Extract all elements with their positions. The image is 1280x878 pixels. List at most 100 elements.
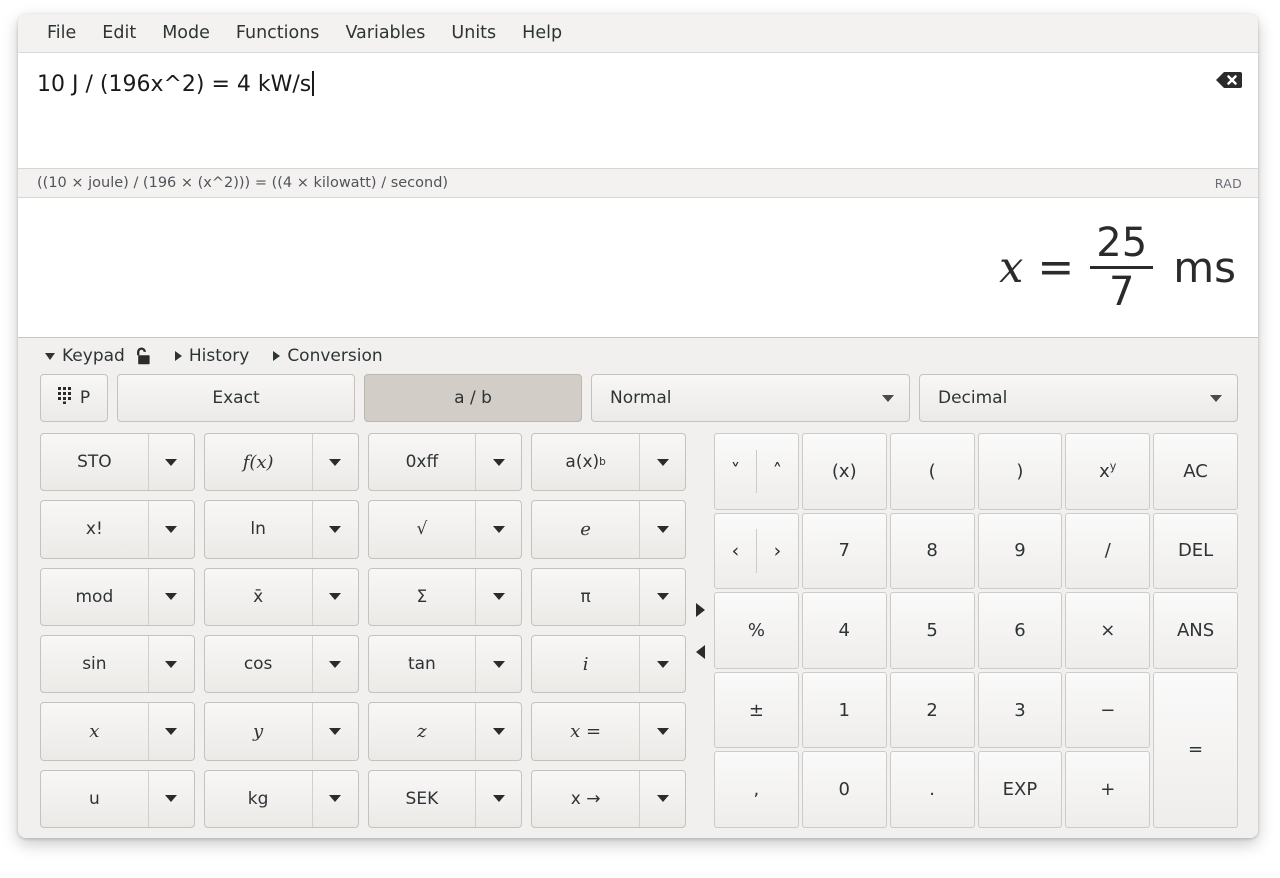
function-key-var-y[interactable]: y xyxy=(203,702,359,761)
left-triangle-icon[interactable] xyxy=(695,644,705,659)
key-minus[interactable]: − xyxy=(1065,671,1151,749)
key-plus[interactable]: + xyxy=(1065,751,1151,828)
function-key-assign-x[interactable]: x = xyxy=(531,702,686,761)
expression-entry[interactable]: 10 J / (196x^2) = 4 kW/s xyxy=(18,53,1258,169)
key-percent[interactable]: % xyxy=(714,592,799,669)
nav-down-icon[interactable]: ˅ xyxy=(715,434,756,509)
function-key-dropdown[interactable] xyxy=(149,771,194,827)
menu-item-units[interactable]: Units xyxy=(438,20,509,46)
fraction-mode-button[interactable]: a / b xyxy=(364,374,582,422)
unlocked-padlock-icon[interactable] xyxy=(134,346,151,366)
key-3[interactable]: 3 xyxy=(977,671,1063,749)
key-paren-close[interactable]: ) xyxy=(977,433,1063,510)
key-paren-pair[interactable]: (x) xyxy=(801,433,887,510)
key-answer[interactable]: ANS xyxy=(1153,592,1238,669)
key-plus-minus[interactable]: ± xyxy=(714,671,799,749)
function-key-sto[interactable]: STO xyxy=(40,433,195,492)
function-key-dropdown[interactable] xyxy=(149,703,194,759)
function-key-sqrt[interactable]: √ xyxy=(367,500,523,559)
key-comma[interactable]: , xyxy=(714,751,799,828)
function-key-ln[interactable]: ln xyxy=(203,500,359,559)
menu-item-edit[interactable]: Edit xyxy=(89,20,149,46)
function-key-dropdown[interactable] xyxy=(640,636,685,692)
function-key-axb[interactable]: a(x) b xyxy=(531,433,686,492)
function-key-dropdown[interactable] xyxy=(313,703,358,759)
key-all-clear[interactable]: AC xyxy=(1153,433,1238,510)
function-key-dropdown[interactable] xyxy=(149,569,194,625)
function-key-dropdown[interactable] xyxy=(313,771,358,827)
key-paren-open[interactable]: ( xyxy=(889,433,975,510)
nav-left-icon[interactable]: ‹ xyxy=(715,514,756,589)
nav-right-icon[interactable]: › xyxy=(757,514,798,589)
function-key-dropdown[interactable] xyxy=(476,771,521,827)
function-key-dropdown[interactable] xyxy=(640,434,685,490)
function-key-factorial[interactable]: x! xyxy=(40,500,195,559)
function-key-dropdown[interactable] xyxy=(640,569,685,625)
panel-tab-conversion[interactable]: Conversion xyxy=(273,346,383,366)
function-key-dropdown[interactable] xyxy=(476,569,521,625)
menu-item-functions[interactable]: Functions xyxy=(223,20,333,46)
menu-item-variables[interactable]: Variables xyxy=(332,20,438,46)
function-key-dropdown[interactable] xyxy=(640,703,685,759)
key-exponent[interactable]: EXP xyxy=(977,751,1063,828)
exact-mode-button[interactable]: Exact xyxy=(117,374,355,422)
function-key-unit-kg[interactable]: kg xyxy=(203,769,359,828)
function-key-dropdown[interactable] xyxy=(149,636,194,692)
key-delete[interactable]: DEL xyxy=(1153,512,1238,590)
function-key-dropdown[interactable] xyxy=(149,501,194,557)
key-1[interactable]: 1 xyxy=(801,671,887,749)
menu-item-mode[interactable]: Mode xyxy=(149,20,223,46)
key-2[interactable]: 2 xyxy=(889,671,975,749)
function-key-cos[interactable]: cos xyxy=(203,634,359,694)
right-triangle-icon[interactable] xyxy=(695,602,705,617)
key-8[interactable]: 8 xyxy=(889,512,975,590)
key-0[interactable]: 0 xyxy=(801,751,887,828)
backspace-clear-icon[interactable] xyxy=(1214,67,1244,93)
menu-item-help[interactable]: Help xyxy=(509,20,575,46)
panel-tab-history[interactable]: History xyxy=(174,346,249,366)
menu-item-file[interactable]: File xyxy=(34,20,89,46)
function-key-dropdown[interactable] xyxy=(476,501,521,557)
key-5[interactable]: 5 xyxy=(889,592,975,669)
function-key-dropdown[interactable] xyxy=(476,636,521,692)
key-equals[interactable]: = xyxy=(1153,671,1238,828)
key-4[interactable]: 4 xyxy=(801,592,887,669)
key-multiply[interactable]: × xyxy=(1065,592,1151,669)
function-key-dropdown[interactable] xyxy=(476,703,521,759)
angle-unit-indicator[interactable]: RAD xyxy=(1215,176,1242,191)
function-key-convert-x[interactable]: x → xyxy=(531,769,686,828)
function-key-dropdown[interactable] xyxy=(149,434,194,490)
function-key-mean[interactable]: x̄ xyxy=(203,567,359,626)
function-key-pi[interactable]: π xyxy=(531,567,686,626)
key-decimal-point[interactable]: . xyxy=(889,751,975,828)
function-key-dropdown[interactable] xyxy=(313,501,358,557)
nav-up-icon[interactable]: ˄ xyxy=(757,434,798,509)
function-key-fx[interactable]: f(x) xyxy=(203,433,359,492)
key-6[interactable]: 6 xyxy=(977,592,1063,669)
key-7[interactable]: 7 xyxy=(801,512,887,590)
function-key-unit-u[interactable]: u xyxy=(40,769,195,828)
function-key-e[interactable]: e xyxy=(531,500,686,559)
function-key-dropdown[interactable] xyxy=(313,636,358,692)
function-key-tan[interactable]: tan xyxy=(367,634,523,694)
notation-select[interactable]: Normal xyxy=(591,374,910,422)
function-key-sin[interactable]: sin xyxy=(40,634,195,694)
nav-vertical-button[interactable]: ˅ ˄ xyxy=(714,433,799,510)
key-9[interactable]: 9 xyxy=(977,512,1063,590)
key-power[interactable]: xy xyxy=(1065,433,1151,510)
function-key-dropdown[interactable] xyxy=(640,501,685,557)
function-key-currency-sek[interactable]: SEK xyxy=(367,769,523,828)
function-key-dropdown[interactable] xyxy=(476,434,521,490)
function-key-sum[interactable]: Σ xyxy=(367,567,523,626)
programming-mode-button[interactable]: P xyxy=(40,374,108,422)
number-base-select[interactable]: Decimal xyxy=(919,374,1238,422)
key-divide[interactable]: / xyxy=(1065,512,1151,590)
panel-tab-keypad[interactable]: Keypad xyxy=(45,346,151,366)
function-key-var-x[interactable]: x xyxy=(40,702,195,761)
nav-horizontal-button[interactable]: ‹ › xyxy=(714,512,799,590)
function-key-var-z[interactable]: z xyxy=(367,702,523,761)
function-key-dropdown[interactable] xyxy=(640,771,685,827)
function-key-dropdown[interactable] xyxy=(313,434,358,490)
function-key-mod[interactable]: mod xyxy=(40,567,195,626)
function-key-dropdown[interactable] xyxy=(313,569,358,625)
